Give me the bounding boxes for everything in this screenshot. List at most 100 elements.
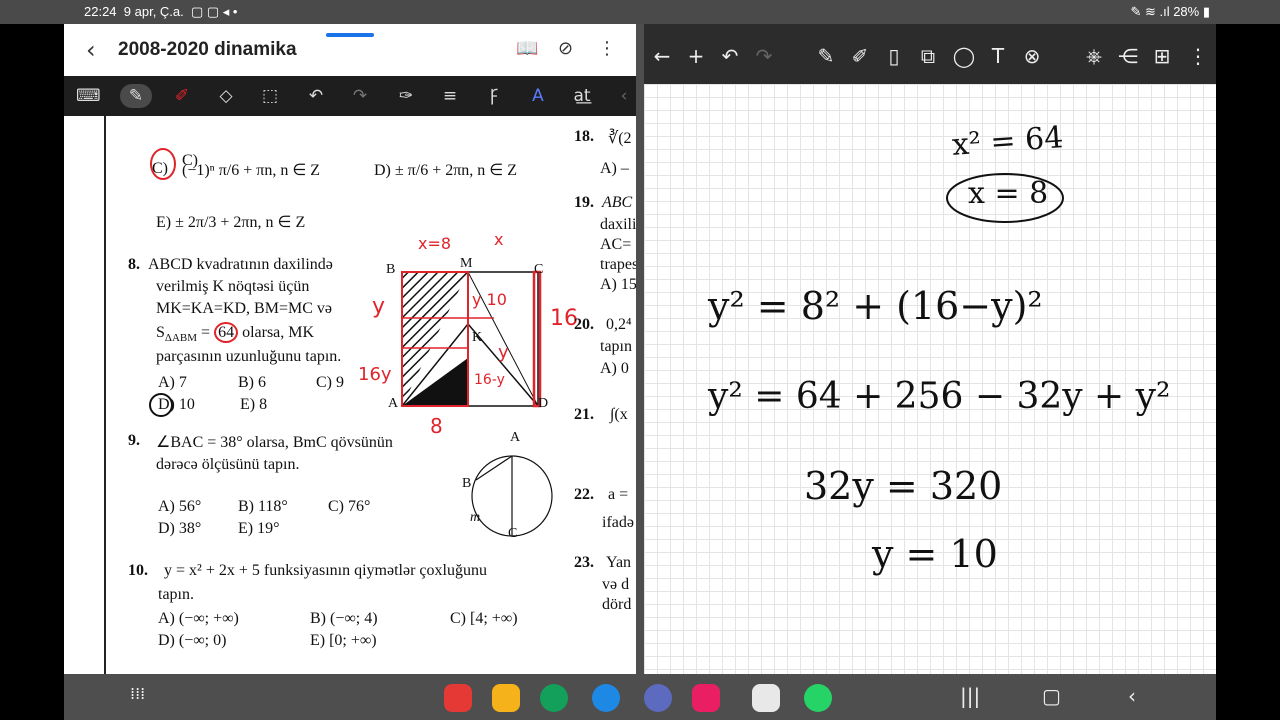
- q8-option-e: E) 8: [240, 396, 268, 413]
- computer-app-icon[interactable]: [752, 684, 780, 712]
- add-icon[interactable]: +: [682, 42, 710, 70]
- attach-icon[interactable]: ⊘: [558, 38, 573, 59]
- shape-pen-icon[interactable]: ✑: [394, 84, 418, 108]
- q23-line3: dörd: [602, 596, 632, 613]
- status-bar: 22:24 9 apr, Ç.a. ▢ ▢ ◂ • ✎ ≋ .ıl 28% ▮: [0, 0, 1280, 24]
- home-icon[interactable]: ▢: [1042, 684, 1061, 708]
- ink-16y: 16y: [358, 364, 392, 385]
- undo-icon[interactable]: ↶: [304, 84, 328, 108]
- ink-y10: y 10: [472, 290, 507, 309]
- app-icon-red[interactable]: [444, 684, 472, 712]
- browser-app-icon[interactable]: [644, 684, 672, 712]
- q21-number: 21.: [574, 406, 594, 423]
- q7-option-d: D) ± π/6 + 2πn, n ∈ Z: [374, 162, 517, 179]
- q8-answer-circle-ink: [149, 393, 173, 417]
- q10-option-a: A) (−∞; +∞): [158, 610, 239, 627]
- text-style-icon[interactable]: A: [526, 84, 550, 108]
- camera-app-icon[interactable]: [692, 684, 720, 712]
- ink-x8: x=8: [418, 234, 452, 253]
- select-icon[interactable]: ⬚: [258, 84, 282, 108]
- book-icon[interactable]: 📖: [516, 38, 538, 59]
- ink-line-3: y² = 8² + (16−y)²: [708, 284, 1043, 328]
- document-header: ‹ 2008-2020 dinamika 📖 ⊘ ⋮: [64, 24, 636, 76]
- highlighter-icon[interactable]: ✐: [170, 84, 194, 108]
- highlighter-icon[interactable]: ✐: [846, 42, 874, 70]
- grid-view-icon[interactable]: ⊞: [1148, 42, 1176, 70]
- shape-icon[interactable]: ⧉: [914, 42, 942, 70]
- lasso-icon[interactable]: ◯: [950, 42, 978, 70]
- q9-line1: ∠BAC = 38° olarsa, BmC qövsünün: [156, 434, 393, 451]
- q19-text: ABC: [602, 194, 633, 211]
- q10-number: 10.: [128, 562, 148, 579]
- q7-option-e: E) ± 2π/3 + 2πn, n ∈ Z: [156, 214, 306, 231]
- eraser-icon[interactable]: ▯: [880, 42, 908, 70]
- q18-number: 18.: [574, 128, 594, 145]
- pen-icon[interactable]: ✎: [812, 42, 840, 70]
- q19-number: 19.: [574, 194, 594, 211]
- vertex-c-label: C: [534, 262, 544, 277]
- q9-label-b: B: [462, 476, 472, 491]
- q18-option-a: A) –: [600, 160, 629, 177]
- q8-option-c: C) 9: [316, 374, 344, 391]
- q9-option-a: A) 56°: [158, 498, 202, 515]
- ai-icon[interactable]: ⎈: [1080, 42, 1108, 70]
- q7-option-c-text: (−1)ⁿ π/6 + πn, n ∈ Z: [182, 162, 321, 179]
- vertex-k-label: K: [472, 330, 483, 345]
- q9-option-e: E) 19°: [238, 520, 280, 537]
- ink-line-5: 32y = 320: [804, 464, 1003, 508]
- q9-option-d: D) 38°: [158, 520, 202, 537]
- q22-text: a =: [608, 486, 629, 503]
- ink-8: 8: [430, 414, 443, 438]
- close-circle-icon[interactable]: ⊗: [1018, 42, 1046, 70]
- q10-option-c: C) [4; +∞): [450, 610, 518, 627]
- system-navbar: ⁞⁞⁞ ||| ▢ ‹: [64, 674, 1216, 720]
- phone-app-icon[interactable]: [540, 684, 568, 712]
- undo-icon[interactable]: ↶: [716, 42, 744, 70]
- q9-number: 9.: [128, 432, 140, 449]
- messages-app-icon[interactable]: [592, 684, 620, 712]
- q8-line5: parçasının uzunluğunu tapın.: [156, 348, 342, 365]
- q10-line2: tapın.: [158, 586, 194, 603]
- ink-y: y: [372, 294, 386, 319]
- q20-option-a: A) 0: [600, 360, 629, 377]
- files-app-icon[interactable]: [492, 684, 520, 712]
- q22-number: 22.: [574, 486, 594, 503]
- app-drawer-icon[interactable]: ⁞⁞⁞: [130, 684, 145, 703]
- window-indicator[interactable]: [326, 33, 374, 37]
- q20-number: 20.: [574, 316, 594, 333]
- text-tool-icon[interactable]: a͟t: [570, 84, 594, 108]
- q21-text: ∫(x: [610, 406, 628, 423]
- text-format-icon[interactable]: ≡: [438, 84, 462, 108]
- keyboard-icon[interactable]: ⌨: [76, 84, 101, 108]
- q8-line4: SΔABM = 64 olarsa, MK: [156, 322, 315, 345]
- back-nav-icon[interactable]: ‹: [1128, 684, 1136, 708]
- q23-line2: və d: [602, 576, 630, 593]
- redo-icon[interactable]: ↷: [750, 42, 778, 70]
- ink-line-2: x = 8: [968, 176, 1049, 211]
- vertex-m-label: M: [460, 256, 473, 271]
- back-icon[interactable]: ‹: [86, 36, 96, 64]
- q23-text: Yan: [606, 554, 632, 571]
- handwriting-icon[interactable]: Ꝼ: [482, 84, 506, 108]
- annotation-toolbar: ⌨ ✎ ✐ ◇ ⬚ ↶ ↷ ✑ ≡ Ꝼ A a͟t ‹: [64, 76, 636, 116]
- vertex-b-label: B: [386, 262, 396, 277]
- text-icon[interactable]: T: [984, 42, 1012, 70]
- more-icon[interactable]: ⋮: [1184, 42, 1212, 70]
- more-tools-icon[interactable]: ‹: [612, 84, 636, 108]
- eraser-icon[interactable]: ◇: [214, 84, 238, 108]
- document-page: C) C) (−1)ⁿ π/6 + πn, n ∈ Z D) ± π/6 + 2…: [64, 116, 636, 674]
- redo-icon[interactable]: ↷: [348, 84, 372, 108]
- back-arrow-icon[interactable]: ←: [648, 42, 676, 70]
- notebook-canvas[interactable]: x² = 64 x = 8 y² = 8² + (16−y)² y² = 64 …: [644, 84, 1216, 674]
- vertex-a-label: A: [388, 396, 399, 411]
- q22-line2: ifadə: [602, 514, 634, 531]
- q8-option-a: A) 7: [158, 374, 187, 391]
- vertex-d-label: D: [538, 396, 549, 411]
- share-icon[interactable]: ⋲: [1114, 42, 1142, 70]
- q9-label-m: m: [470, 510, 481, 525]
- ink-ky: y: [498, 342, 509, 363]
- more-icon[interactable]: ⋮: [598, 38, 616, 59]
- recent-apps-icon[interactable]: |||: [960, 684, 980, 708]
- pen-icon[interactable]: ✎: [120, 84, 152, 108]
- whatsapp-app-icon[interactable]: [804, 684, 832, 712]
